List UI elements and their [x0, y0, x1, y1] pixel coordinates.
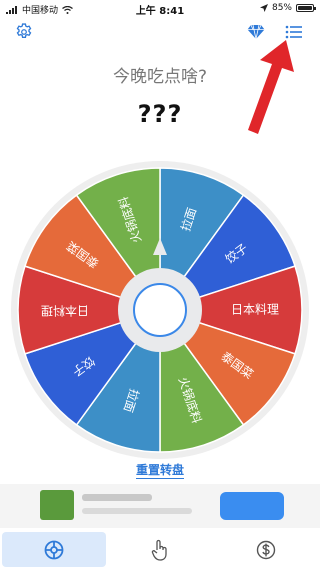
page-question: 今晚吃点啥?: [112, 67, 208, 87]
ad-title-placeholder: [82, 494, 152, 501]
location-icon: [259, 4, 268, 12]
tap-hand-icon: [151, 539, 167, 561]
wheel-svg[interactable]: 拉面饺子日本料理泰国菜火锅底料拉面饺子日本料理泰国菜火锅底料: [10, 160, 310, 460]
ad-text-placeholder: [82, 508, 192, 514]
spin-button[interactable]: [133, 283, 187, 337]
reset-wheel-label[interactable]: 重置转盘: [135, 463, 184, 479]
dollar-icon: [256, 540, 276, 559]
tab-tap[interactable]: [108, 532, 212, 567]
ad-image: [40, 490, 74, 520]
status-bar: 中国移动 上午 8:41 85%: [0, 0, 320, 17]
settings-button[interactable]: [12, 20, 36, 44]
battery-percent: 85%: [271, 3, 292, 13]
wheel-segment-label: 日本料理: [231, 303, 279, 317]
wheel-icon: [44, 540, 64, 559]
tab-bar: [0, 530, 320, 569]
spin-result: ???: [137, 100, 183, 128]
gear-icon: [16, 23, 32, 38]
reset-wheel-link[interactable]: 重置转盘: [0, 461, 320, 479]
wheel-segment-label: 日本料理: [41, 304, 89, 318]
battery-icon: [296, 4, 316, 12]
spin-wheel[interactable]: 拉面 饺子 日本料理 泰国菜 火锅底料 拉面 饺子 日本料理 泰国菜 火锅底料: [10, 160, 310, 460]
tab-money[interactable]: [214, 532, 318, 567]
tab-wheel[interactable]: [2, 532, 106, 567]
ad-cta-button[interactable]: [220, 492, 284, 520]
ad-banner[interactable]: [0, 484, 320, 528]
